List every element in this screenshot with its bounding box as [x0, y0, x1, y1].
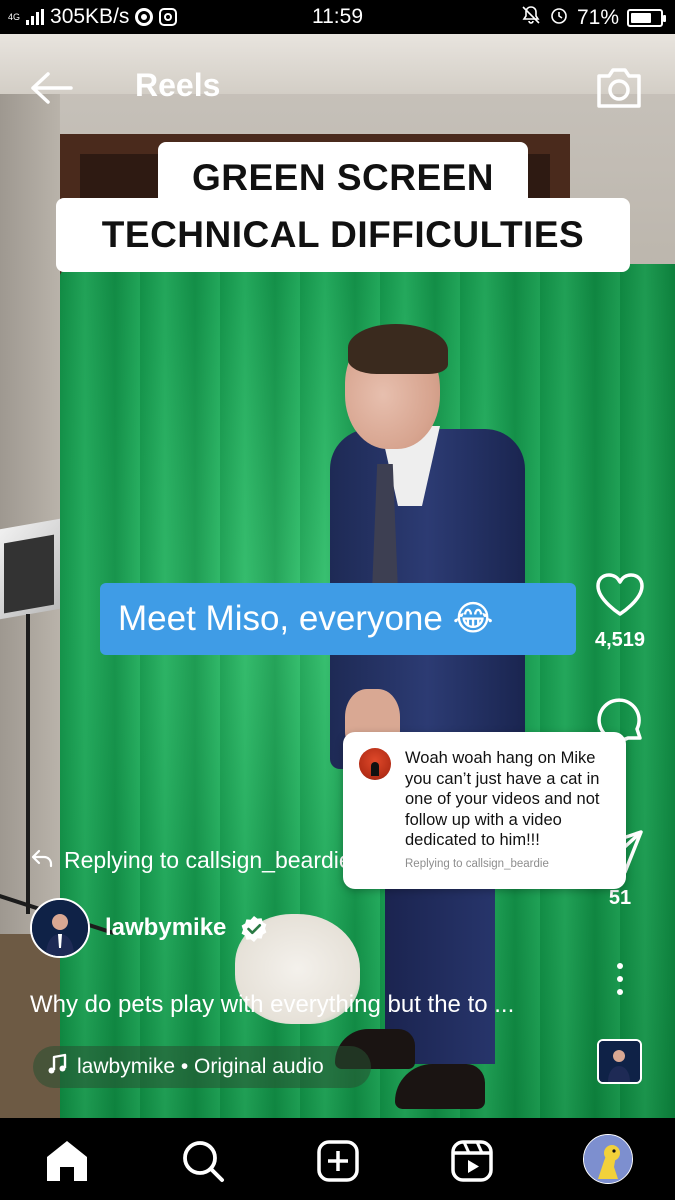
- reply-icon: [30, 847, 54, 874]
- video-subtitle: Meet Miso, everyone 😂: [100, 583, 576, 655]
- commenter-avatar: [359, 748, 391, 780]
- comment-reply-label: Replying to callsign_beardie: [405, 858, 549, 870]
- replying-to-text: Replying to callsign_beardie: [64, 847, 350, 873]
- heart-icon[interactable]: [594, 573, 646, 622]
- status-right: 71%: [521, 5, 666, 31]
- author-avatar[interactable]: [30, 898, 90, 958]
- create-icon[interactable]: [313, 1136, 363, 1186]
- verified-badge-icon: [240, 915, 268, 943]
- share-count: 51: [608, 887, 632, 909]
- like-count: 4,519: [594, 629, 646, 651]
- person-hair: [348, 324, 448, 374]
- video-caption-line2: TECHNICAL DIFFICULTIES: [56, 198, 630, 272]
- alarm-icon: [549, 5, 569, 31]
- comment-text: Woah woah hang on Mike you can’t just ha…: [405, 749, 600, 849]
- arrow-left-icon[interactable]: [28, 70, 74, 106]
- comment-sticker[interactable]: Woah woah hang on Mike you can’t just ha…: [343, 732, 626, 889]
- music-note-icon: [47, 1053, 67, 1081]
- profile-avatar[interactable]: [583, 1134, 633, 1184]
- home-icon[interactable]: [42, 1136, 92, 1186]
- like-action[interactable]: 4,519: [585, 572, 655, 652]
- bottom-navigation: [0, 1118, 675, 1200]
- replying-to-label: Replying to callsign_beardie: [30, 847, 350, 874]
- camera-icon[interactable]: [594, 64, 644, 110]
- light-panel: [4, 534, 54, 614]
- ceiling: [0, 34, 675, 94]
- audio-info[interactable]: lawbymike • Original audio: [33, 1046, 371, 1088]
- battery-fill: [631, 13, 651, 23]
- reels-icon[interactable]: [447, 1136, 497, 1186]
- more-options-icon[interactable]: [610, 962, 630, 996]
- mute-icon: [521, 5, 541, 31]
- search-icon[interactable]: [178, 1136, 228, 1186]
- status-bar: 4G 305KB/s 11:59 71%: [0, 0, 675, 34]
- battery-percent: 71%: [576, 6, 619, 29]
- audio-thumbnail[interactable]: [597, 1039, 642, 1084]
- battery-icon: [627, 9, 666, 27]
- page-title: Reels: [135, 67, 221, 103]
- reel-description[interactable]: Why do pets play with everything but the…: [30, 991, 570, 1019]
- author-username[interactable]: lawbymike: [105, 914, 226, 942]
- audio-label: lawbymike • Original audio: [77, 1055, 324, 1078]
